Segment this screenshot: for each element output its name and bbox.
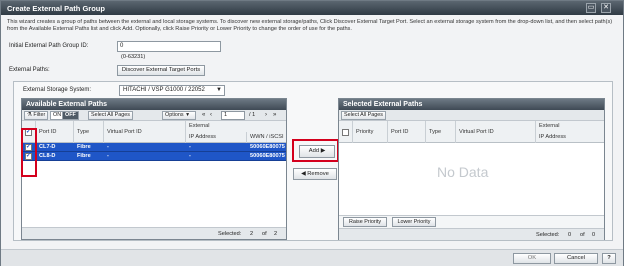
available-toolbar: ⚗ Filter ON OFF Select All Pages Options… <box>22 110 286 121</box>
create-external-path-group-dialog: Create External Path Group ▭ ✕ This wiza… <box>0 0 624 266</box>
discover-external-target-ports-button[interactable]: Discover External Target Ports <box>117 65 205 76</box>
cell-ip-address: - <box>189 144 191 150</box>
arrow-left-icon: ◀ <box>301 171 306 177</box>
cell-port-id: CL8-D <box>39 153 56 159</box>
dialog-footer: OK Cancel ? <box>1 249 623 266</box>
cell-virtual-port-id: - <box>107 144 109 150</box>
available-panel-title: Available External Paths <box>22 99 286 110</box>
selected-count-bar: Selected: 0 of 0 <box>339 228 604 240</box>
cell-port-id: CL7-D <box>39 144 56 150</box>
available-column-header: ✓ Port ID Type Virtual Port ID External … <box>22 121 286 143</box>
column-divider <box>387 121 388 143</box>
table-row[interactable]: ✓ CL8-D Fibre - - 50060E80075 <box>22 152 286 161</box>
col-external-group: External <box>189 123 210 129</box>
col-wwn-iscsi[interactable]: WWN / iSCSI <box>250 134 284 140</box>
first-page-icon[interactable]: « <box>202 112 205 118</box>
options-label: Options <box>165 112 184 118</box>
cell-type: Fibre <box>77 144 91 150</box>
filter-icon: ⚗ <box>27 112 32 118</box>
cell-virtual-port-id: - <box>107 153 109 159</box>
col-type[interactable]: Type <box>77 129 89 135</box>
col-ip-address[interactable]: IP Address <box>539 134 566 140</box>
of-label: of <box>580 232 585 238</box>
selected-count: 2 <box>250 231 254 237</box>
col-virtual-port-id[interactable]: Virtual Port ID <box>459 129 494 135</box>
chevron-down-icon: ▼ <box>185 112 191 118</box>
cancel-button[interactable]: Cancel <box>554 253 598 264</box>
column-divider <box>185 121 186 143</box>
column-divider <box>352 121 353 143</box>
selected-column-header: Priority Port ID Type Virtual Port ID Ex… <box>339 121 604 143</box>
total-count: 0 <box>592 232 596 238</box>
cell-wwn: 50060E80075 <box>250 153 285 159</box>
column-divider <box>455 121 456 143</box>
selected-label: Selected: <box>536 232 560 238</box>
filter-off-toggle[interactable]: OFF <box>62 111 79 120</box>
title-bar: Create External Path Group ▭ ✕ <box>1 1 623 15</box>
dialog-title: Create External Path Group <box>7 4 105 13</box>
selected-count: 0 <box>568 232 572 238</box>
col-priority[interactable]: Priority <box>356 129 373 135</box>
chevron-down-icon: ▼ <box>216 87 222 93</box>
column-divider <box>535 121 536 143</box>
external-storage-label: External Storage System: <box>23 87 92 93</box>
selected-footer: Raise Priority Lower Priority Selected: … <box>339 215 604 240</box>
col-ip-address[interactable]: IP Address <box>189 134 216 140</box>
column-divider <box>73 121 74 143</box>
selected-select-all-pages-button[interactable]: Select All Pages <box>341 111 386 120</box>
close-icon[interactable]: ✕ <box>601 3 611 13</box>
external-storage-value: HITACHI / VSP G1000 / 22052 <box>123 87 205 93</box>
filter-label: Filter <box>33 112 46 118</box>
raise-priority-button[interactable]: Raise Priority <box>343 217 387 227</box>
options-dropdown[interactable]: Options ▼ <box>162 111 196 120</box>
ok-button[interactable]: OK <box>513 253 551 264</box>
external-storage-select[interactable]: HITACHI / VSP G1000 / 22052 ▼ <box>119 85 225 96</box>
col-virtual-port-id[interactable]: Virtual Port ID <box>107 129 142 135</box>
total-count: 2 <box>274 231 278 237</box>
prev-page-icon[interactable]: ‹ <box>210 112 212 118</box>
group-id-hint: (0-63231) <box>121 54 146 60</box>
add-button-highlight <box>292 139 339 162</box>
help-button[interactable]: ? <box>602 253 616 264</box>
col-type[interactable]: Type <box>429 129 441 135</box>
selected-label: Selected: <box>218 231 242 237</box>
selected-select-all-checkbox[interactable] <box>342 129 349 136</box>
restore-icon[interactable]: ▭ <box>586 3 596 13</box>
lower-priority-button[interactable]: Lower Priority <box>392 217 436 227</box>
remove-button[interactable]: ◀ Remove <box>293 168 337 180</box>
col-port-id[interactable]: Port ID <box>391 129 408 135</box>
checkbox-column-highlight <box>21 128 37 177</box>
group-id-input[interactable]: 0 <box>117 41 221 52</box>
group-id-label: Initial External Path Group ID: <box>9 43 89 49</box>
available-select-all-pages-button[interactable]: Select All Pages <box>88 111 133 120</box>
available-footer: Selected: 2 of 2 <box>22 227 286 239</box>
selected-toolbar: Select All Pages <box>339 110 604 121</box>
wizard-description: This wizard creates a group of paths bet… <box>7 19 613 32</box>
cell-wwn: 50060E80075 <box>250 144 285 150</box>
col-external-group: External <box>539 123 560 129</box>
filter-button[interactable]: ⚗ Filter <box>24 111 49 120</box>
column-divider <box>246 132 247 143</box>
column-divider <box>425 121 426 143</box>
page-total: / 1 <box>249 112 256 118</box>
available-external-paths-panel: Available External Paths ⚗ Filter ON OFF… <box>21 98 287 240</box>
selected-panel-title: Selected External Paths <box>339 99 604 110</box>
column-divider <box>103 121 104 143</box>
empty-state-text: No Data <box>437 164 489 180</box>
of-label: of <box>262 231 267 237</box>
last-page-icon[interactable]: » <box>273 112 276 118</box>
page-number-input[interactable]: 1 <box>221 111 245 120</box>
external-paths-label: External Paths: <box>9 67 50 73</box>
remove-label: Remove <box>307 171 329 177</box>
cell-type: Fibre <box>77 153 91 159</box>
col-port-id[interactable]: Port ID <box>39 129 56 135</box>
table-row[interactable]: ✓ CL7-D Fibre - - 50060E80075 <box>22 143 286 152</box>
next-page-icon[interactable]: › <box>265 112 267 118</box>
cell-ip-address: - <box>189 153 191 159</box>
